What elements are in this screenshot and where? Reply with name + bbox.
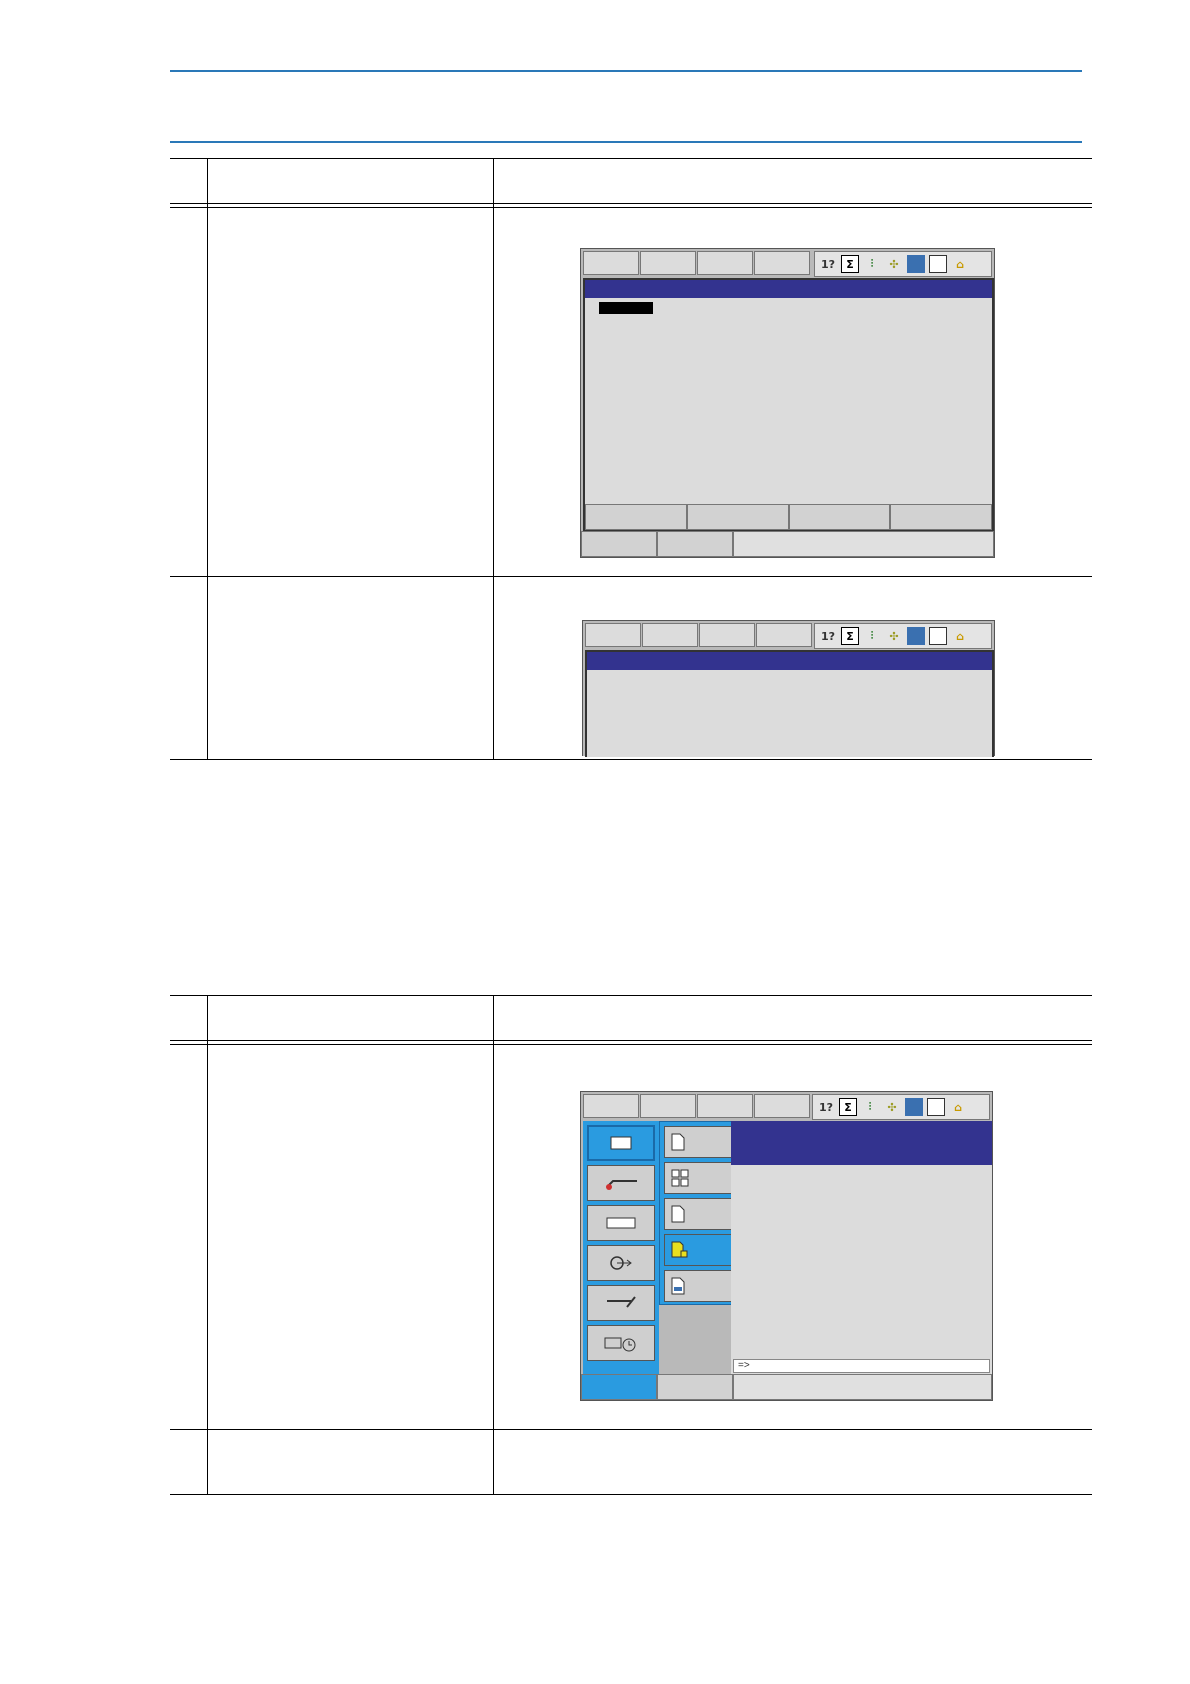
- pendant-screen-2: 1? Σ ⫶ ✣ ⌂: [582, 620, 995, 757]
- lock-icon: ⌂: [954, 1100, 962, 1114]
- tool-icon: ⫶: [868, 1100, 872, 1113]
- cursor: [599, 302, 653, 314]
- tab-1[interactable]: [585, 623, 641, 647]
- function-key-bar: [585, 504, 992, 530]
- window-title-bar: [585, 280, 992, 298]
- select-job-icon: [671, 1169, 689, 1187]
- grid-icon: [907, 627, 925, 645]
- system-info-icon: [604, 1337, 636, 1352]
- status-icon-bar: 1? Σ ⫶ ✣ ⌂: [814, 251, 992, 277]
- function-key-2[interactable]: [686, 504, 789, 530]
- io-icon: 1?: [820, 257, 836, 271]
- pendant-screen-3: 1? Σ ⫶ ✣ ⌂ =>: [580, 1091, 993, 1401]
- robot-icon: ✣: [889, 257, 899, 271]
- main-menu-system-info[interactable]: [587, 1325, 655, 1361]
- tab-2[interactable]: [640, 1094, 696, 1118]
- main-menu-arc-welding[interactable]: [587, 1165, 655, 1201]
- top-menu-tabs: [583, 1094, 811, 1118]
- tab-1[interactable]: [583, 1094, 639, 1118]
- top-menu-tabs: [585, 623, 813, 647]
- header-top-rule: [170, 70, 1082, 72]
- edit-icon: [929, 255, 947, 273]
- lock-icon: ⌂: [956, 257, 964, 271]
- job-icon: [610, 1136, 632, 1150]
- header-bottom-rule: [170, 141, 1082, 143]
- create-job-icon: [671, 1205, 685, 1223]
- message-area: [733, 1374, 992, 1400]
- main-display-area: [583, 278, 994, 532]
- bottom-status-bar: [581, 1374, 992, 1400]
- main-menu-button[interactable]: [581, 1374, 657, 1400]
- input-line[interactable]: =>: [733, 1359, 990, 1373]
- procedure-table-2: 1? Σ ⫶ ✣ ⌂ =>: [170, 995, 1092, 1495]
- main-display-area: [585, 650, 994, 757]
- io-icon: 1?: [820, 629, 836, 643]
- main-menu-job[interactable]: [587, 1125, 655, 1161]
- tool-icon: ⫶: [870, 629, 874, 642]
- simple-menu-button[interactable]: [657, 1374, 733, 1400]
- main-menu-in-out[interactable]: [587, 1245, 655, 1281]
- function-key-3[interactable]: [788, 504, 891, 530]
- job-capacity-icon: [671, 1277, 685, 1295]
- tab-2[interactable]: [640, 251, 696, 275]
- robot-icon: [607, 1296, 636, 1308]
- tool-icon: ⫶: [870, 257, 874, 270]
- io-icon: 1?: [818, 1100, 834, 1114]
- function-key-4[interactable]: [890, 504, 992, 530]
- bottom-status-bar: [581, 531, 994, 557]
- function-key-1[interactable]: [585, 504, 687, 530]
- edit-icon: [927, 1098, 945, 1116]
- sigma-icon: Σ: [841, 627, 859, 645]
- main-menu-panel: [583, 1121, 659, 1375]
- tab-1[interactable]: [583, 251, 639, 275]
- job-file-icon: [671, 1133, 685, 1151]
- robot-icon: ✣: [889, 629, 899, 643]
- grid-icon: [907, 255, 925, 273]
- main-menu-robot[interactable]: [587, 1285, 655, 1321]
- procedure-table-1: 1? Σ ⫶ ✣ ⌂ 1? Σ ⫶ ✣ ⌂: [170, 158, 1092, 760]
- tab-2[interactable]: [642, 623, 698, 647]
- message-area: [733, 531, 994, 557]
- top-menu-tabs: [583, 251, 811, 275]
- robot-icon: ✣: [887, 1100, 897, 1114]
- job-work-area: =>: [731, 1121, 992, 1375]
- status-icon-bar: 1? Σ ⫶ ✣ ⌂: [812, 1094, 990, 1120]
- main-menu-variable[interactable]: [587, 1205, 655, 1241]
- tab-3[interactable]: [697, 251, 753, 275]
- arc-welding-icon: [606, 1180, 637, 1190]
- master-job-icon: [671, 1241, 688, 1258]
- window-title-bar: [731, 1121, 992, 1165]
- lock-icon: ⌂: [956, 629, 964, 643]
- edit-icon: [929, 627, 947, 645]
- tab-4[interactable]: [754, 251, 810, 275]
- sigma-icon: Σ: [841, 255, 859, 273]
- window-title-bar: [587, 652, 992, 670]
- status-icon-bar: 1? Σ ⫶ ✣ ⌂: [814, 623, 992, 649]
- tab-3[interactable]: [697, 1094, 753, 1118]
- tab-4[interactable]: [754, 1094, 810, 1118]
- tab-3[interactable]: [699, 623, 755, 647]
- sigma-icon: Σ: [839, 1098, 857, 1116]
- tab-4[interactable]: [756, 623, 812, 647]
- in-out-icon: [610, 1256, 632, 1270]
- pendant-screen-1: 1? Σ ⫶ ✣ ⌂: [580, 248, 995, 558]
- grid-icon: [905, 1098, 923, 1116]
- variable-icon: [606, 1217, 636, 1229]
- main-menu-button[interactable]: [581, 531, 657, 557]
- simple-menu-button[interactable]: [657, 531, 733, 557]
- input-prompt: =>: [738, 1360, 750, 1371]
